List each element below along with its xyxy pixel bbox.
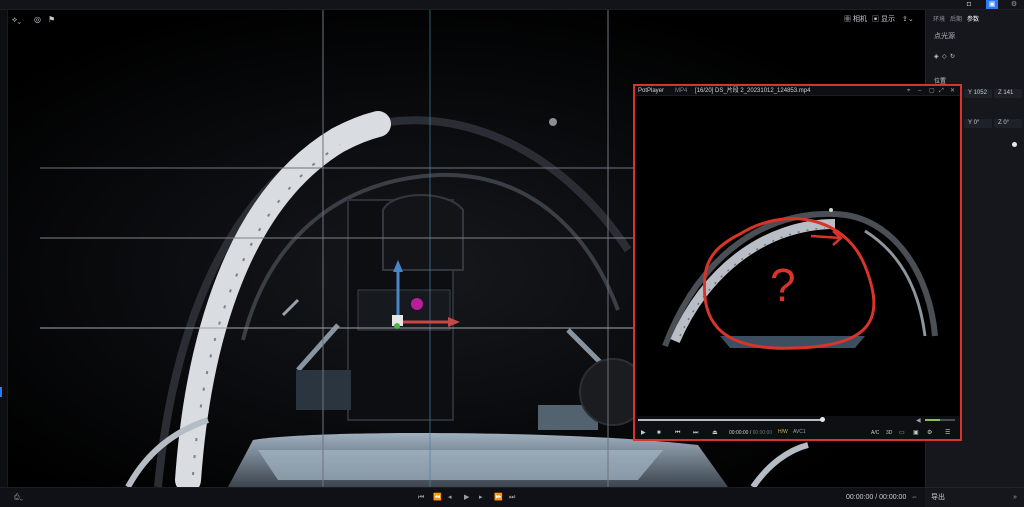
fullscreen-icon[interactable]: ⤢ xyxy=(939,87,944,95)
y-value: 1052 xyxy=(973,90,987,96)
previous-icon[interactable]: ⏮ xyxy=(675,429,680,437)
camera-toggle[interactable]: ▦ 相机 xyxy=(844,15,867,25)
globe-icon[interactable]: ◎ xyxy=(34,15,41,25)
next-icon[interactable]: ⏭ xyxy=(693,429,698,437)
potplayer-format: MP4 xyxy=(675,88,688,94)
mode-3d-button[interactable]: 3D xyxy=(886,429,892,437)
section-title: 点光源 xyxy=(934,33,955,40)
z-label: Z xyxy=(998,90,1002,96)
fit-timeline-icon[interactable]: ⇔ xyxy=(911,493,918,502)
light-icon[interactable]: ◈ xyxy=(934,54,939,60)
potplayer-video[interactable]: ? xyxy=(635,96,960,416)
codec-badge: AVC1 xyxy=(793,429,806,435)
rail-active-marker xyxy=(0,387,2,397)
position-z: Z 141 xyxy=(998,90,1013,96)
stop-icon[interactable]: ■ xyxy=(657,429,661,437)
tab-params[interactable]: 参数 xyxy=(967,14,979,23)
crop-icon[interactable]: ▣ xyxy=(913,429,919,437)
export-bar: 导出 » xyxy=(925,487,1024,507)
export-button[interactable]: 导出 xyxy=(931,493,945,502)
step-forward-icon[interactable]: ▸ xyxy=(479,493,483,502)
settings-icon[interactable]: ⚙ xyxy=(927,429,932,437)
hw-badge: H/W xyxy=(778,429,788,435)
skip-start-icon[interactable]: ⏮ xyxy=(418,493,424,502)
subtitle-icon[interactable]: A/C xyxy=(871,429,879,437)
close-icon[interactable]: ✕ xyxy=(950,87,955,95)
rotation-y: Y 0° xyxy=(968,120,979,126)
display-label: 显示 xyxy=(880,16,895,23)
layout-icon[interactable]: ▣ xyxy=(986,0,998,9)
camera-mode-icon[interactable]: ⎙⌄ xyxy=(14,493,23,502)
potplayer-window[interactable]: PotPlayer MP4 [16/20] DS_片段 2_20231012_1… xyxy=(633,84,962,441)
prev-frame-icon[interactable]: ⏪ xyxy=(433,493,442,502)
position-y: Y 1052 xyxy=(968,90,987,96)
seek-knob[interactable] xyxy=(819,417,825,422)
reset-icon[interactable]: ↻ xyxy=(950,54,955,60)
potplayer-controls: ◀ ▶ ■ ⏮ ⏭ ⏏ 00:00:00 / 00:00:00 H/W AVC1… xyxy=(635,416,960,439)
pin-icon[interactable]: ⌖ xyxy=(907,87,910,95)
eject-icon[interactable]: ⏏ xyxy=(712,429,718,437)
restore-icon[interactable]: ▢ xyxy=(929,87,935,95)
gear-icon[interactable]: ⚙ xyxy=(1008,0,1020,9)
screenshot-icon[interactable]: ▭ xyxy=(899,429,905,437)
pp-time-total: 00:00:00 xyxy=(752,430,773,436)
camera-icon: ▦ xyxy=(844,16,851,23)
volume-bar[interactable] xyxy=(925,419,955,421)
flag-icon[interactable]: ⚑ xyxy=(48,15,55,25)
transform-icon[interactable]: ⟡⌄ xyxy=(12,15,21,25)
share-icon[interactable]: ⇪⌄ xyxy=(902,15,914,25)
step-back-icon[interactable]: ◂ xyxy=(448,493,452,502)
tab-environment[interactable]: 环境 xyxy=(933,14,945,23)
y-label: Y xyxy=(968,90,972,96)
annotation-question-mark: ? xyxy=(770,259,796,311)
next-frame-icon[interactable]: ⏩ xyxy=(494,493,503,502)
seek-bar[interactable] xyxy=(638,417,825,422)
timeline-bar: ⎙⌄ ⏮ ⏪ ◂ ▶ ▸ ⏩ ⏭ 00:00:00 / 00:00:00 ⇔ xyxy=(0,487,925,507)
collapse-icon[interactable]: » xyxy=(1013,493,1017,502)
display-toggle[interactable]: ▣ 显示 xyxy=(872,15,895,25)
monitor-icon: ▣ xyxy=(872,16,879,23)
menu-icon[interactable]: ☰ xyxy=(945,429,950,437)
rot-z-label: Z xyxy=(998,120,1002,126)
top-strip: ◘ ▣ ⚙ xyxy=(0,0,1024,10)
rot-y-value: 0° xyxy=(973,120,980,126)
skip-end-icon[interactable]: ⏭ xyxy=(509,493,515,502)
tab-post[interactable]: 后期 xyxy=(950,14,962,23)
time-current: 00:00:00 xyxy=(846,494,874,501)
seek-bar-fill xyxy=(638,419,823,421)
minimize-icon[interactable]: – xyxy=(918,87,921,95)
pp-time-current: 00:00:00 xyxy=(729,430,749,436)
left-rail xyxy=(0,10,8,487)
volume-icon[interactable]: ◀ xyxy=(916,417,921,424)
panel-tabs: 环境 后期 参数 xyxy=(926,14,1024,24)
light-tools: ◈ ◇ ↻ xyxy=(934,53,955,60)
camera-label: 相机 xyxy=(852,16,867,23)
potplayer-titlebar[interactable]: PotPlayer MP4 [16/20] DS_片段 2_20231012_1… xyxy=(635,86,960,96)
play-icon[interactable]: ▶ xyxy=(464,493,469,502)
potplayer-file-title: [16/20] DS_片段 2_20231012_124853.mp4 xyxy=(695,88,811,94)
time-total: 00:00:00 xyxy=(879,494,907,501)
potplayer-app-name: PotPlayer xyxy=(638,88,665,94)
z-value: 141 xyxy=(1003,90,1014,96)
rotation-z: Z 0° xyxy=(998,120,1009,126)
volume-fill xyxy=(925,419,940,421)
timecode: 00:00:00 / 00:00:00 xyxy=(846,493,906,502)
play-icon[interactable]: ▶ xyxy=(641,429,646,437)
rot-y-label: Y xyxy=(968,120,972,126)
target-icon[interactable]: ◇ xyxy=(942,54,947,60)
rot-z-value: 0° xyxy=(1003,120,1010,126)
toggle-switch[interactable] xyxy=(1012,142,1017,147)
camera-icon[interactable]: ◘ xyxy=(963,0,975,9)
pp-time: 00:00:00 / 00:00:00 xyxy=(729,430,773,436)
